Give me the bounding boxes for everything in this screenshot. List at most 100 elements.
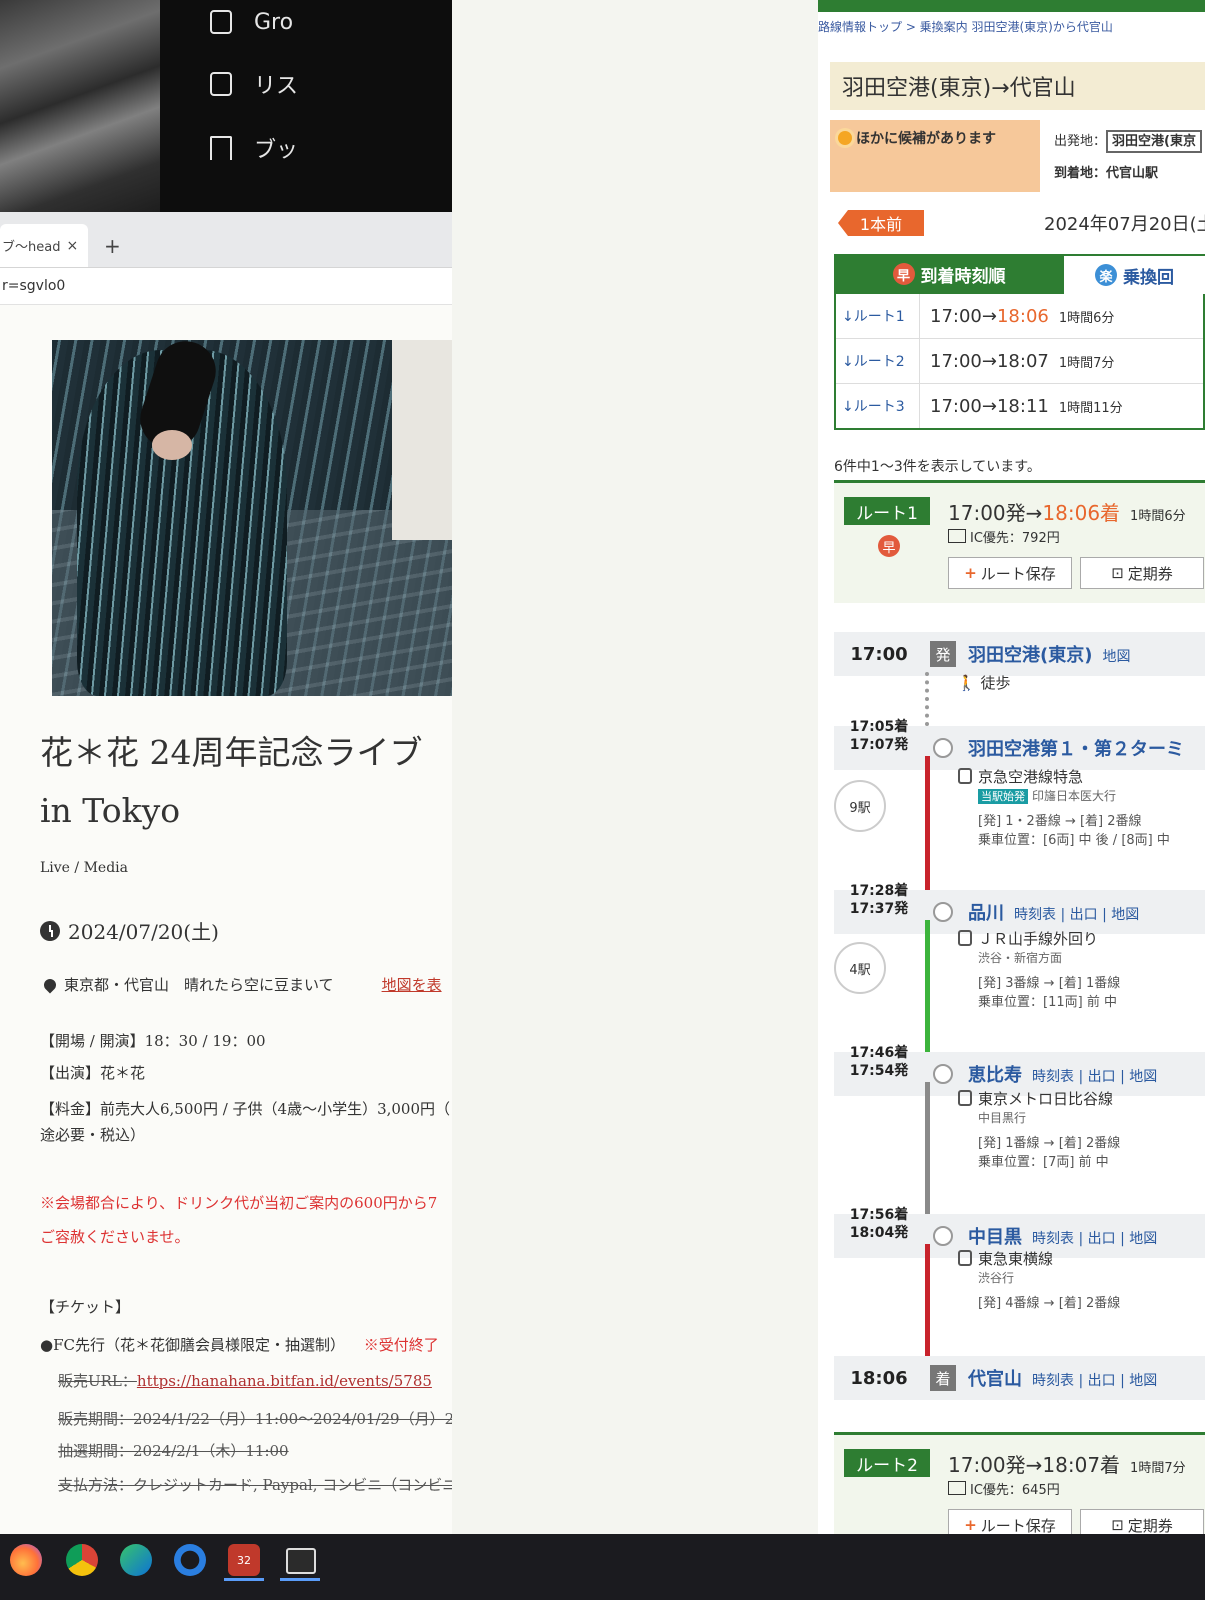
- clock-icon: [40, 920, 60, 941]
- departure-field: 出発地： 羽田空港(東京: [1054, 130, 1202, 153]
- bookmark-icon: [210, 136, 232, 160]
- browser-tab[interactable]: ブ〜head ×: [0, 224, 88, 267]
- route-card-1: ルート1 早 17:00発→18:06着 1時間6分 IC優先：792円 + ルート…: [834, 480, 1205, 603]
- price-line2: 途必要・税込）: [40, 1126, 146, 1144]
- location-pin-icon: [41, 976, 59, 993]
- tab-transfers[interactable]: 楽 乗換回: [1064, 254, 1205, 294]
- arrival-badge: 着: [930, 1365, 956, 1391]
- menu-label: リス: [254, 74, 299, 99]
- station-links[interactable]: 地図: [1102, 649, 1130, 665]
- firefox-icon[interactable]: [10, 1544, 42, 1576]
- breadcrumb[interactable]: 路線情報トップ > 乗換案内 羽田空港(東京)から代官山: [818, 18, 1113, 35]
- route-fare: IC優先：792円: [948, 527, 1060, 546]
- route-fare: IC優先：645円: [948, 1479, 1060, 1498]
- walk-step: 🚶 徒歩: [957, 674, 1011, 692]
- sale-url-link[interactable]: https://hanahana.bitfan.id/events/5785: [137, 1372, 432, 1390]
- ic-card-icon: [948, 1481, 966, 1495]
- route-summary-row[interactable]: ↓ルート2 17:00→18:07 1時間7分: [836, 339, 1203, 384]
- line-segment: [925, 920, 930, 1052]
- station-row: 18:06 着 代官山 時刻表 | 出口 | 地図: [834, 1356, 1205, 1400]
- train-icon: [958, 930, 972, 946]
- station-links[interactable]: 時刻表 | 出口 | 地図: [1032, 1069, 1157, 1085]
- station-link[interactable]: 品川: [968, 903, 1004, 924]
- terminal-icon[interactable]: [286, 1548, 316, 1574]
- tab-arrival-order[interactable]: 早 到着時刻順: [834, 254, 1064, 294]
- drink-notice-line1: ※会場都合により、ドリンク代が当初ご案内の600円から7: [40, 1194, 438, 1212]
- background-photo: [0, 0, 165, 215]
- result-count: 6件中1〜3件を表示しています。: [834, 459, 1041, 475]
- route-summary-row[interactable]: ↓ルート3 17:00→18:11 1時間11分: [836, 384, 1203, 428]
- station-dot: [933, 902, 953, 922]
- sale-url: 販売URL：https://hanahana.bitfan.id/events/…: [58, 1372, 432, 1390]
- station-row: 17:00 発 羽田空港(東京) 地図: [834, 632, 1205, 676]
- station-links[interactable]: 時刻表 | 出口 | 地図: [1032, 1231, 1157, 1247]
- stop-count[interactable]: 9駅: [834, 780, 886, 832]
- previous-train-button[interactable]: 1本前: [838, 210, 924, 236]
- station-links[interactable]: 時刻表 | 出口 | 地図: [1014, 907, 1139, 923]
- page-title: 羽田空港(東京)→代官山: [830, 62, 1205, 110]
- active-indicator: [280, 1578, 320, 1581]
- sale-period: 販売期間：2024/1/22（月）11:00〜2024/01/29（月）23:5…: [58, 1410, 453, 1428]
- route-times: 17:00発→18:07着 1時間7分: [948, 1453, 1186, 1477]
- route-summary-list: ↓ルート1 17:00→18:06 1時間6分 ↓ルート2 17:00→18:0…: [834, 294, 1205, 430]
- tab-title: ブ〜head: [2, 240, 61, 255]
- tab-bar: ブ〜head × +: [0, 212, 452, 268]
- close-tab-icon[interactable]: ×: [66, 238, 78, 254]
- train-icon: [958, 768, 972, 784]
- price-line1: 【料金】前売大人6,500円 / 子供（4歳〜小学生）3,000円（: [40, 1100, 451, 1118]
- chrome-icon[interactable]: [66, 1544, 98, 1576]
- menu-item-list[interactable]: リス: [210, 64, 298, 104]
- train-leg: 京急空港線特急 当駅始発 印旛日本医大行 [発] 1・2番線 → [着] 2番線 …: [958, 766, 1170, 848]
- active-indicator: [224, 1578, 264, 1581]
- open-start-time: 【開場 / 開演】18：30 / 19：00: [40, 1032, 266, 1050]
- station-link[interactable]: 中目黒: [968, 1227, 1022, 1248]
- edge-icon[interactable]: [120, 1544, 152, 1576]
- edit-icon: [210, 10, 232, 34]
- pass-icon: ⊡: [1111, 564, 1124, 582]
- station-links[interactable]: 時刻表 | 出口 | 地図: [1032, 1373, 1157, 1389]
- walk-icon: 🚶: [957, 674, 976, 692]
- line-segment: [925, 1082, 930, 1214]
- easy-icon: 楽: [1095, 264, 1117, 286]
- ie-icon[interactable]: [174, 1544, 206, 1576]
- ticket-heading: 【チケット】: [40, 1298, 131, 1316]
- map-link[interactable]: 地図を表: [382, 974, 442, 995]
- taskbar: 32: [0, 1534, 1205, 1600]
- fastest-icon: 早: [892, 263, 915, 285]
- station-dot: [933, 738, 953, 758]
- station-link[interactable]: 羽田空港第１・第２ターミ: [968, 739, 1184, 760]
- route-badge: ルート2: [844, 1449, 930, 1477]
- save-route-button[interactable]: + ルート保存: [948, 557, 1072, 589]
- commuter-pass-button[interactable]: ⊡ 定期券: [1080, 1509, 1204, 1534]
- save-route-button[interactable]: + ルート保存: [948, 1509, 1072, 1534]
- station-dot: [933, 1226, 953, 1246]
- menu-item-gro[interactable]: Gro: [210, 2, 293, 42]
- train-leg: 東急東横線 渋谷行 [発] 4番線 → [着] 2番線: [958, 1248, 1120, 1311]
- address-bar[interactable]: r=sgvlo0: [0, 268, 452, 305]
- candidates-box[interactable]: ほかに候補があります: [830, 120, 1040, 192]
- line-segment: [925, 756, 930, 890]
- app-icon[interactable]: 32: [228, 1544, 260, 1576]
- departure-input[interactable]: 羽田空港(東京: [1106, 130, 1202, 153]
- route-summary-row[interactable]: ↓ルート1 17:00→18:06 1時間6分: [836, 294, 1203, 339]
- commuter-pass-button[interactable]: ⊡ 定期券: [1080, 557, 1204, 589]
- fastest-icon: 早: [878, 535, 900, 557]
- station-link[interactable]: 羽田空港(東京): [968, 645, 1092, 666]
- event-category[interactable]: Live / Media: [40, 860, 128, 876]
- line-segment: [925, 1244, 930, 1356]
- sun-icon: [838, 131, 852, 145]
- station-link[interactable]: 代官山: [968, 1369, 1022, 1390]
- menu-item-bookmark[interactable]: ブッ: [210, 128, 298, 168]
- performer: 【出演】花＊花: [40, 1064, 146, 1082]
- new-tab-button[interactable]: +: [104, 234, 121, 258]
- side-menu: [160, 0, 460, 215]
- station-link[interactable]: 恵比寿: [968, 1065, 1022, 1086]
- event-location: 東京都・代官山 晴れたら空に豆まいて 地図を表: [41, 974, 442, 995]
- route-times: 17:00発→18:06着 1時間6分: [948, 501, 1186, 525]
- train-leg: ＪＲ山手線外回り 渋谷・新宿方面 [発] 3番線 → [着] 1番線 乗車位置：…: [958, 928, 1120, 1010]
- ic-card-icon: [948, 529, 966, 543]
- search-date: 2024年07月20日(土: [1044, 214, 1205, 235]
- blank-area: [452, 0, 818, 1534]
- stop-count[interactable]: 4駅: [834, 942, 886, 994]
- arrival-value[interactable]: 代官山駅: [1106, 166, 1158, 181]
